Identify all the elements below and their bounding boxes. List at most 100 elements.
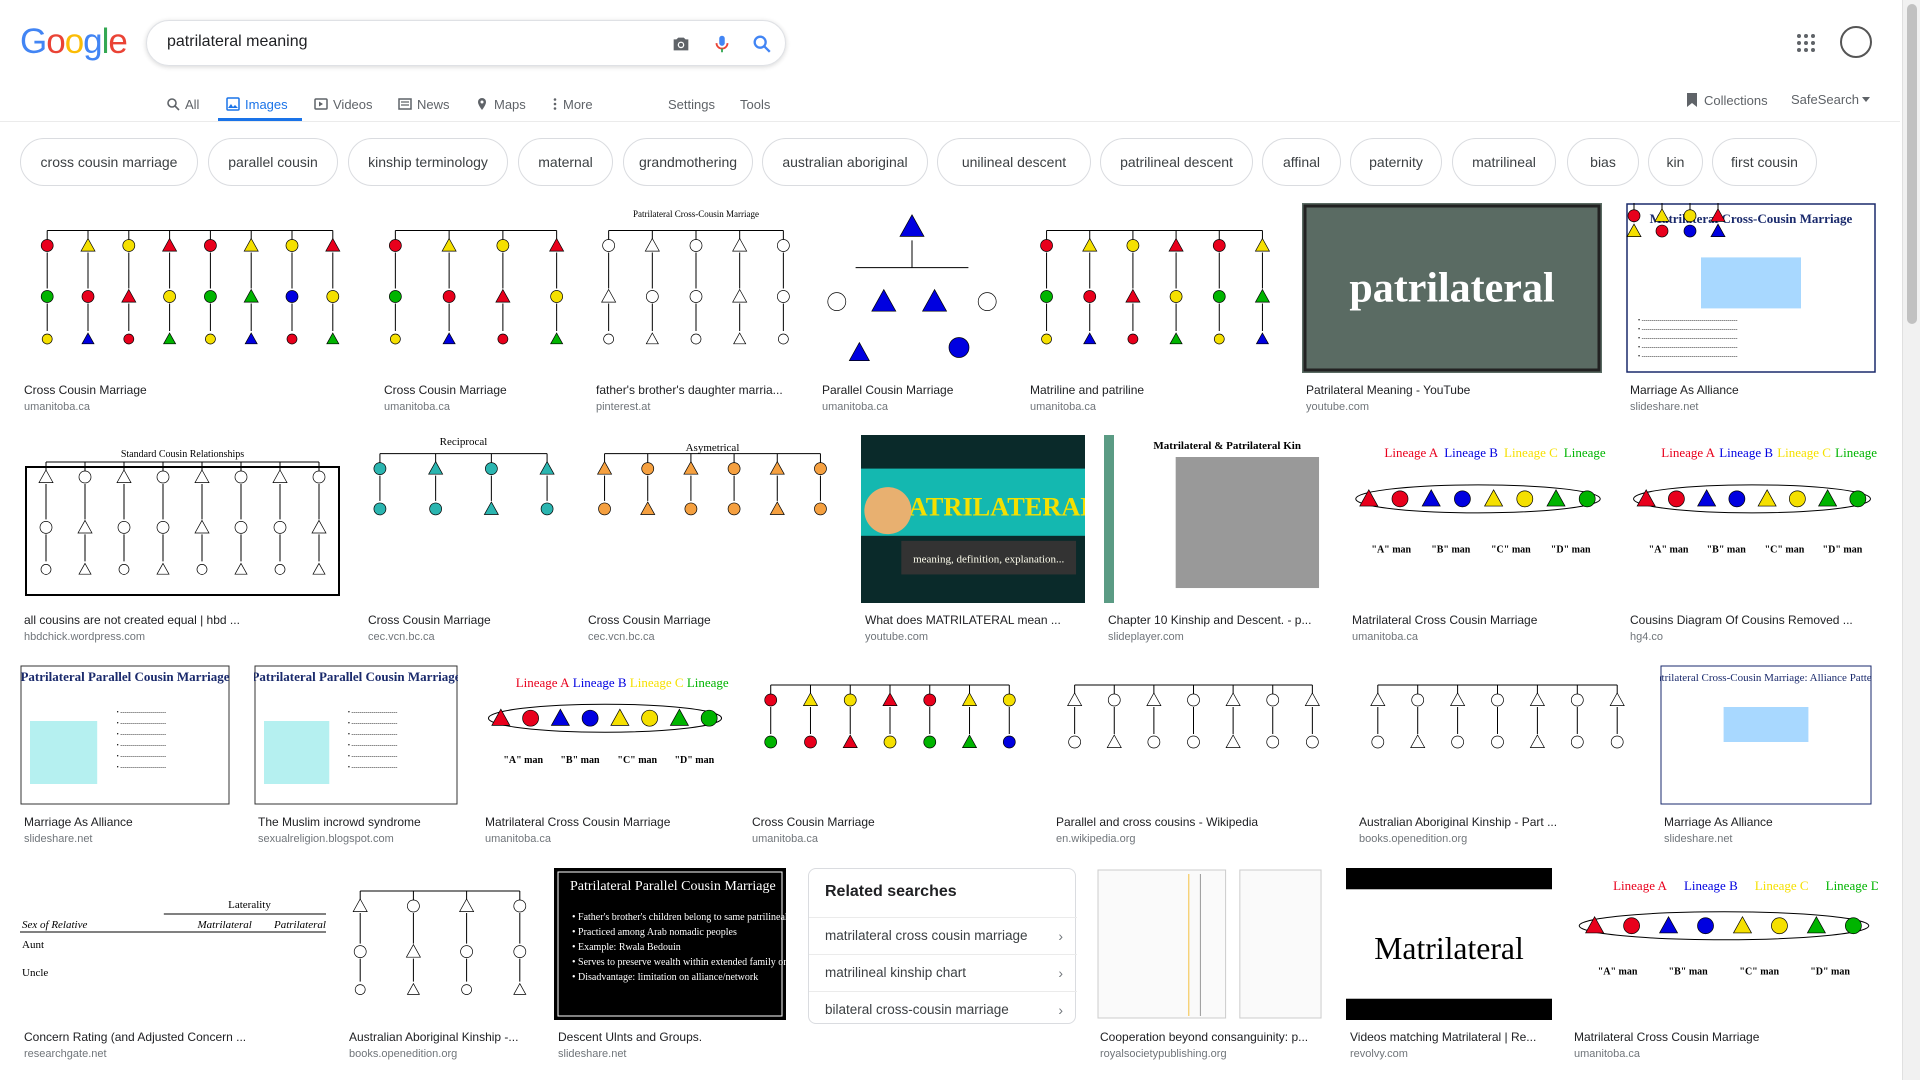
result-thumbnail[interactable] [1026, 203, 1283, 373]
result-source[interactable]: books.openedition.org [1359, 833, 1467, 845]
related-search-item[interactable]: matrilateral cross cousin marriage › [809, 917, 1077, 953]
result-thumbnail[interactable]: Lineage A Lineage B Lineage C Lineage D "A" … [1626, 435, 1878, 603]
result-source[interactable]: umanitoba.ca [384, 401, 450, 413]
result-title[interactable]: all cousins are not created equal | hbd … [24, 613, 345, 627]
tools-link[interactable]: Tools [740, 92, 770, 116]
collections-link[interactable]: Collections [1686, 92, 1768, 108]
image-result[interactable]: Matrilateral Cross-Cousin Marriage • ----… [1626, 203, 1876, 418]
result-title[interactable]: Patrilateral Meaning - YouTube [1306, 383, 1602, 397]
image-result[interactable]: Cross Cousin Marriage umanitoba.ca [748, 665, 1032, 850]
result-thumbnail[interactable]: Matrilateral Cross-Cousin Marriage: Alli… [1660, 665, 1872, 805]
account-avatar[interactable] [1840, 26, 1872, 58]
chip-grandmothering[interactable]: grandmothering [623, 138, 753, 186]
image-result[interactable]: Parallel Cousin Marriage umanitoba.ca [818, 203, 1006, 418]
result-title[interactable]: Parallel and cross cousins - Wikipedia [1056, 815, 1335, 829]
result-thumbnail[interactable]: MATRILATERAL meaning, definition, explana… [861, 435, 1085, 603]
image-result[interactable]: Patrilateral Parallel Cousin Marriage • F… [554, 868, 786, 1065]
result-title[interactable]: Australian Aboriginal Kinship - Part ... [1359, 815, 1640, 829]
result-title[interactable]: Cousins Diagram Of Cousins Removed ... [1630, 613, 1878, 627]
result-title[interactable]: Marriage As Alliance [1630, 383, 1876, 397]
tab-maps[interactable]: Maps [475, 92, 526, 116]
result-source[interactable]: slideshare.net [1630, 401, 1699, 413]
settings-link[interactable]: Settings [668, 92, 715, 116]
result-title[interactable]: Cross Cousin Marriage [588, 613, 841, 627]
image-result[interactable]: Cross Cousin Marriage umanitoba.ca [380, 203, 572, 418]
related-search-item[interactable]: matrilineal kinship chart › [809, 954, 1077, 990]
result-source[interactable]: en.wikipedia.org [1056, 833, 1136, 845]
result-thumbnail[interactable]: Patrilateral Parallel Cousin Marriage • -… [20, 665, 230, 805]
image-result[interactable]: Matriline and patriline umanitoba.ca [1026, 203, 1283, 418]
image-result[interactable]: Lineage A Lineage B Lineage C Lineage D "A" … [1348, 435, 1608, 648]
result-thumbnail[interactable]: Matrilateral [1346, 868, 1552, 1020]
chip-unilineal-descent[interactable]: unilineal descent [937, 138, 1091, 186]
result-source[interactable]: slideshare.net [24, 833, 93, 845]
result-title[interactable]: What does MATRILATERAL mean ... [865, 613, 1085, 627]
result-source[interactable]: cec.vcn.bc.ca [368, 631, 435, 643]
result-source[interactable]: slideplayer.com [1108, 631, 1184, 643]
image-result[interactable]: patrilateral Patrilateral Meaning - YouT… [1302, 203, 1602, 418]
result-source[interactable]: umanitoba.ca [1574, 1048, 1640, 1060]
chip-parallel-cousin[interactable]: parallel cousin [208, 138, 338, 186]
result-thumbnail[interactable]: Patrilateral Parallel Cousin Marriage • -… [254, 665, 458, 805]
image-result[interactable]: Australian Aboriginal Kinship -... books… [345, 868, 535, 1065]
result-title[interactable]: Matrilateral Cross Cousin Marriage [1574, 1030, 1878, 1044]
result-thumbnail[interactable] [1355, 665, 1640, 805]
chip-kin[interactable]: kin [1648, 138, 1703, 186]
image-result[interactable]: Matrilateral Cross-Cousin Marriage: Alli… [1660, 665, 1872, 850]
result-source[interactable]: slideshare.net [1664, 833, 1733, 845]
result-source[interactable]: cec.vcn.bc.ca [588, 631, 655, 643]
result-thumbnail[interactable] [345, 868, 535, 1020]
result-thumbnail[interactable]: Patrilateral Cross-Cousin Marriage [592, 203, 800, 373]
image-result[interactable]: MATRILATERAL meaning, definition, explana… [861, 435, 1085, 648]
apps-grid-icon[interactable] [1796, 33, 1816, 58]
scrollbar-thumb[interactable] [1907, 4, 1917, 324]
safesearch-dropdown[interactable]: SafeSearch [1791, 92, 1870, 107]
chip-matrilineal[interactable]: matrilineal [1452, 138, 1556, 186]
microphone-icon[interactable] [711, 33, 733, 55]
result-thumbnail[interactable] [1052, 665, 1335, 805]
image-result[interactable]: Standard Cousin Relationships all cousin… [20, 435, 345, 648]
result-source[interactable]: umanitoba.ca [1352, 631, 1418, 643]
search-box[interactable]: patrilateral meaning [146, 20, 786, 66]
chip-australian-aboriginal[interactable]: australian aboriginal [762, 138, 928, 186]
result-source[interactable]: books.openedition.org [349, 1048, 457, 1060]
chip-patrilineal-descent[interactable]: patrilineal descent [1100, 138, 1253, 186]
tab-more[interactable]: More [552, 92, 593, 116]
image-result[interactable]: Cross Cousin Marriage umanitoba.ca [20, 203, 360, 418]
result-thumbnail[interactable] [1096, 868, 1328, 1020]
image-result[interactable]: Parallel and cross cousins - Wikipedia e… [1052, 665, 1335, 850]
result-thumbnail[interactable] [380, 203, 572, 373]
chip-bias[interactable]: bias [1567, 138, 1639, 186]
result-title[interactable]: Marriage As Alliance [1664, 815, 1872, 829]
related-search-item[interactable]: bilateral cross-cousin marriage › [809, 991, 1077, 1027]
result-thumbnail[interactable]: Patrilateral Parallel Cousin Marriage • F… [554, 868, 786, 1020]
result-source[interactable]: sexualreligion.blogspot.com [258, 833, 394, 845]
image-result[interactable]: Patrilateral Parallel Cousin Marriage • -… [20, 665, 230, 850]
result-source[interactable]: pinterest.at [596, 401, 650, 413]
result-title[interactable]: Marriage As Alliance [24, 815, 230, 829]
result-title[interactable]: The Muslim incrowd syndrome [258, 815, 458, 829]
result-source[interactable]: umanitoba.ca [1030, 401, 1096, 413]
result-source[interactable]: researchgate.net [24, 1048, 107, 1060]
result-source[interactable]: revolvy.com [1350, 1048, 1408, 1060]
image-result[interactable]: Cooperation beyond consanguinity: p... r… [1096, 868, 1328, 1065]
result-source[interactable]: umanitoba.ca [822, 401, 888, 413]
chip-cross-cousin-marriage[interactable]: cross cousin marriage [20, 138, 198, 186]
result-title[interactable]: Cross Cousin Marriage [384, 383, 572, 397]
result-thumbnail[interactable] [818, 203, 1006, 373]
result-thumbnail[interactable]: patrilateral [1302, 203, 1602, 373]
chip-affinal[interactable]: affinal [1262, 138, 1341, 186]
tab-videos[interactable]: Videos [314, 92, 373, 116]
image-result[interactable]: Lineage A Lineage B Lineage C Lineage D "A" … [1626, 435, 1878, 648]
result-thumbnail[interactable]: Asymetrical [584, 435, 841, 603]
result-thumbnail[interactable]: Matrilateral Cross-Cousin Marriage • ----… [1626, 203, 1876, 373]
result-title[interactable]: Chapter 10 Kinship and Descent. - p... [1108, 613, 1328, 627]
result-source[interactable]: umanitoba.ca [485, 833, 551, 845]
result-thumbnail[interactable]: Matrilateral & Patrilateral Kin [1104, 435, 1328, 603]
result-title[interactable]: Parallel Cousin Marriage [822, 383, 1006, 397]
image-result[interactable]: Reciprocal Cross Cousin Marriage cec.vcn… [364, 435, 563, 648]
result-title[interactable]: Videos matching Matrilateral | Re... [1350, 1030, 1552, 1044]
result-title[interactable]: Cross Cousin Marriage [24, 383, 360, 397]
result-title[interactable]: Cross Cousin Marriage [752, 815, 1032, 829]
result-source[interactable]: hg4.co [1630, 631, 1663, 643]
